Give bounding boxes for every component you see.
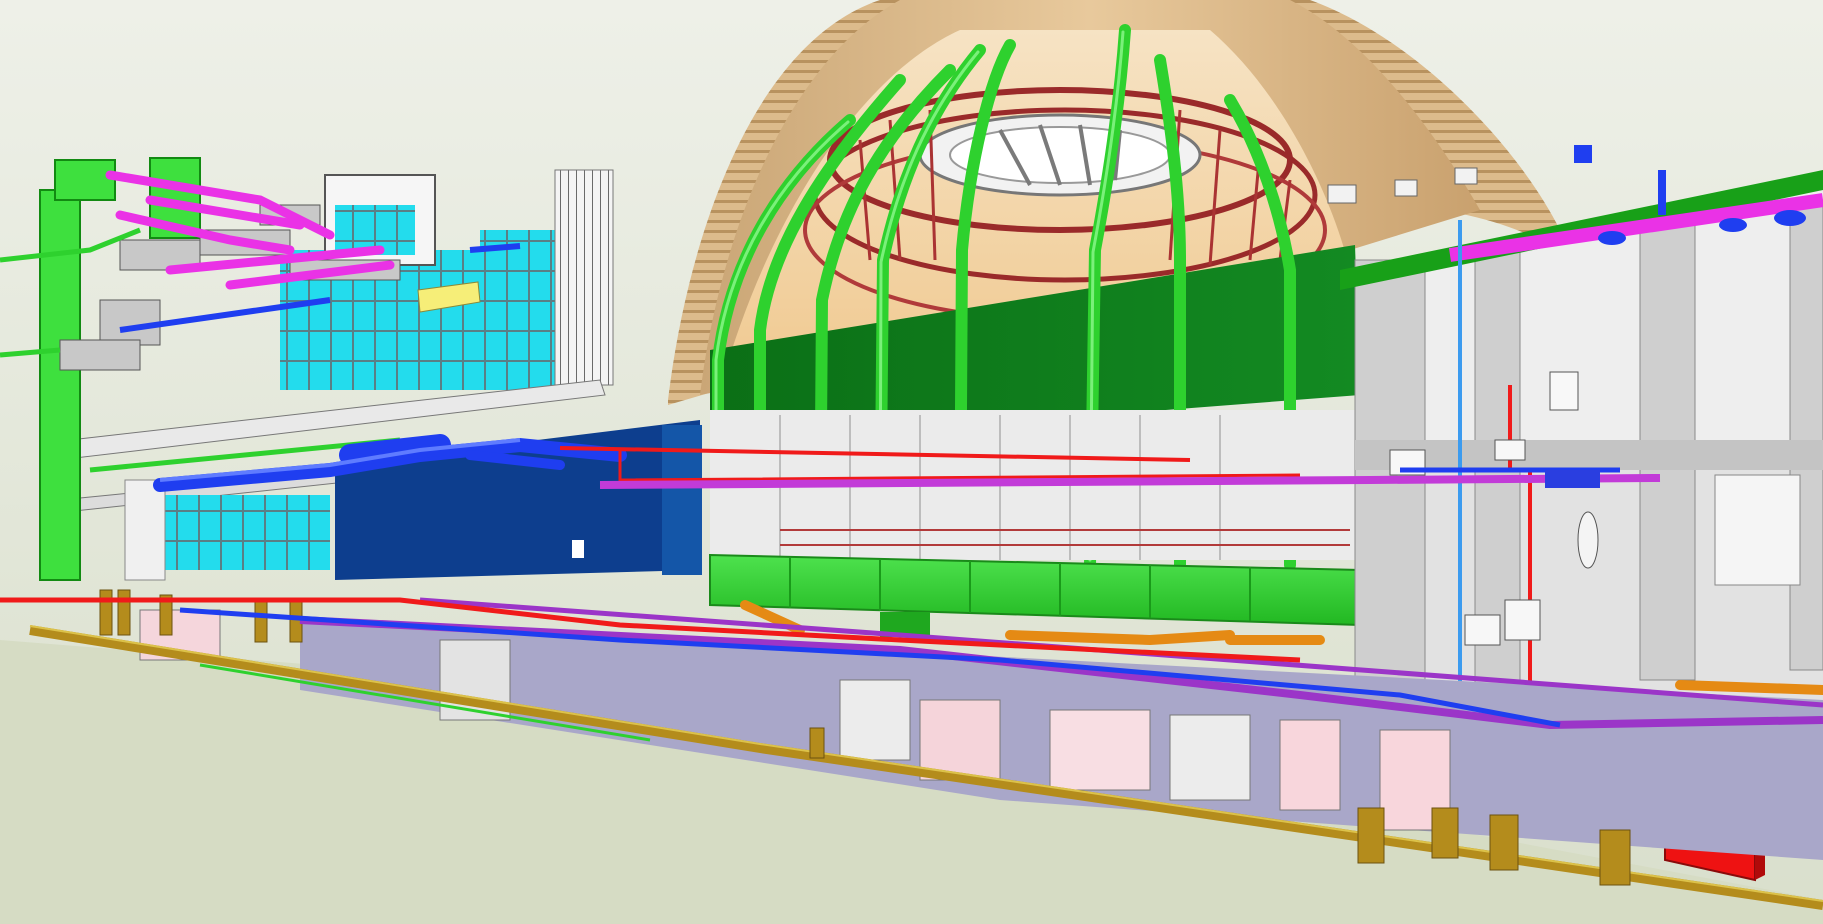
porthole (1577, 511, 1599, 569)
lower-glazing (165, 495, 330, 570)
right-door (1714, 474, 1801, 586)
louvre-screen (554, 169, 614, 386)
3d-model-viewport[interactable] (0, 0, 1823, 924)
building-services-model[interactable] (0, 0, 1823, 924)
lower-wall-panel (124, 479, 166, 581)
wall-panel (1549, 371, 1579, 411)
blue-equipment (1545, 470, 1600, 488)
green-riser (39, 189, 81, 581)
navy-wall-edge (662, 425, 702, 575)
green-riser-head (54, 159, 116, 201)
navy-wall-sign (572, 540, 584, 558)
